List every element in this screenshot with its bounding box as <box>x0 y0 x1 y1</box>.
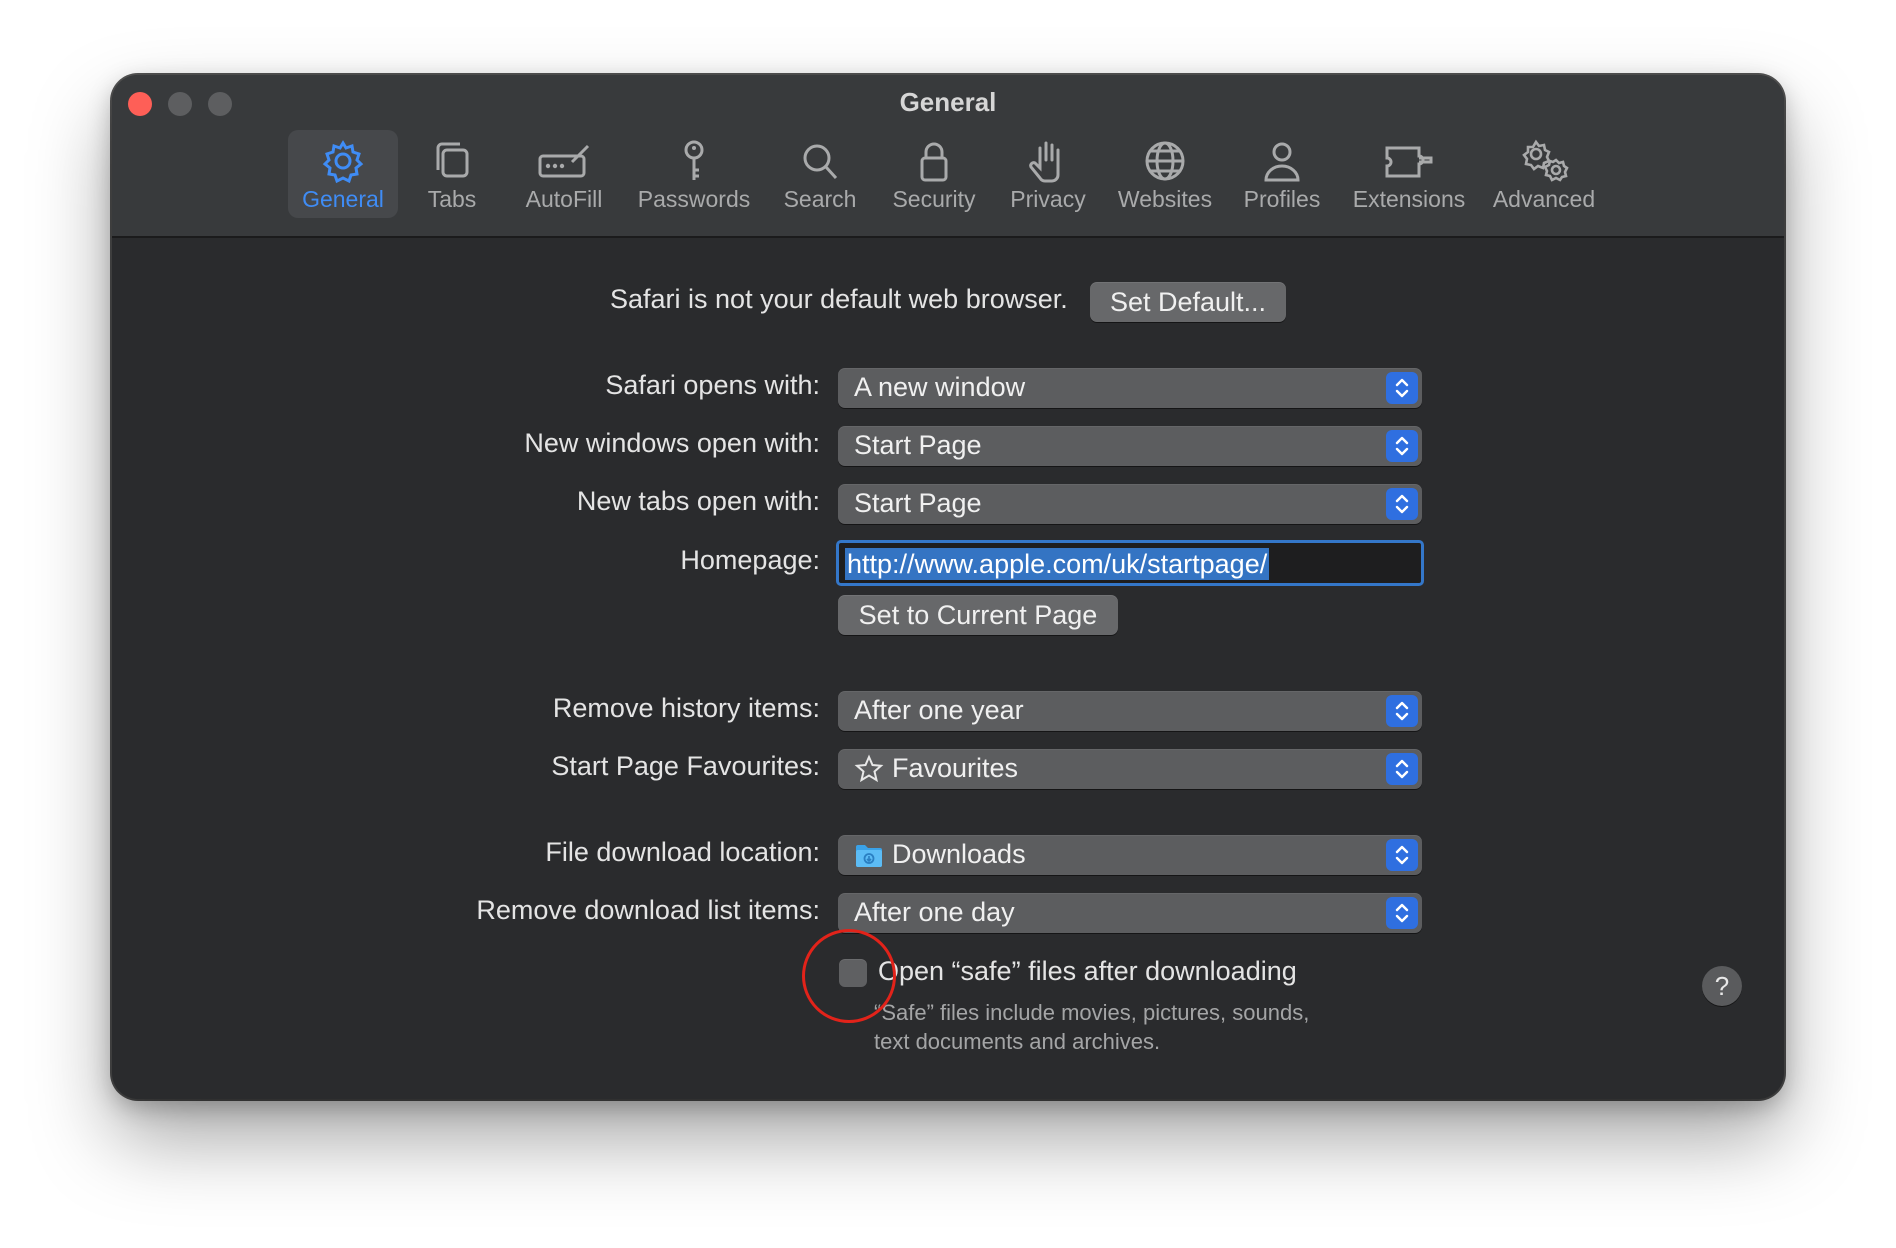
help-label: ? <box>1714 970 1730 1001</box>
popup-arrows-icon <box>1386 372 1418 404</box>
search-icon <box>803 144 838 180</box>
key-icon <box>684 140 704 180</box>
tab-advanced[interactable]: Advanced <box>1486 130 1602 218</box>
tab-tabs-label: Tabs <box>427 186 477 212</box>
open-safe-files-checkbox[interactable] <box>839 959 867 987</box>
default-browser-text: Safari is not your default web browser. <box>610 284 1068 314</box>
tab-websites-label: Websites <box>1117 186 1213 212</box>
tab-search-label: Search <box>783 186 857 212</box>
safe-files-hint: “Safe” files include movies, pictures, s… <box>874 998 1309 1056</box>
tab-passwords[interactable]: Passwords <box>634 130 754 218</box>
tab-advanced-label: Advanced <box>1492 186 1596 212</box>
remove-download-list-items-label: Remove download list items: <box>476 895 820 925</box>
start-page-favourites-value: Favourites <box>892 753 1019 783</box>
window-title: General <box>899 87 997 117</box>
remove-history-items-label: Remove history items: <box>552 693 820 723</box>
homepage-label: Homepage: <box>680 545 820 575</box>
popup-arrows-icon <box>1386 897 1418 929</box>
help-button[interactable]: ? <box>1702 966 1742 1006</box>
file-download-location-popup[interactable]: Downloads <box>838 835 1422 875</box>
titlebar: General General Tabs AutoFill Passwords … <box>112 75 1784 238</box>
remove-download-list-items-value: After one day <box>854 897 1015 927</box>
open-safe-files-label: Open “safe” files after downloading <box>878 956 1297 986</box>
tab-profiles[interactable]: Profiles <box>1234 130 1330 218</box>
tab-extensions-label: Extensions <box>1352 186 1466 212</box>
puzzle-icon <box>1385 146 1433 178</box>
start-page-favourites-popup[interactable]: Favourites <box>838 749 1422 789</box>
file-download-location-value: Downloads <box>892 839 1026 869</box>
tab-privacy[interactable]: Privacy <box>1000 130 1096 218</box>
safe-files-hint-line1: “Safe” files include movies, pictures, s… <box>874 1000 1310 1025</box>
popup-arrows-icon <box>1386 430 1418 462</box>
star-icon <box>854 754 884 782</box>
homepage-field[interactable]: http://www.apple.com/uk/startpage/ <box>836 540 1424 586</box>
hand-icon <box>1029 141 1060 183</box>
gears-icon <box>1522 139 1569 182</box>
set-default-label: Set Default... <box>1109 286 1267 317</box>
start-page-favourites-label: Start Page Favourites: <box>551 751 820 781</box>
safe-files-hint-line2: text documents and archives. <box>874 1029 1161 1054</box>
preferences-window: General General Tabs AutoFill Passwords … <box>112 75 1784 1099</box>
new-windows-open-with-value: Start Page <box>854 430 982 460</box>
remove-download-list-items-popup[interactable]: After one day <box>838 893 1422 933</box>
new-tabs-open-with-label: New tabs open with: <box>576 486 820 516</box>
set-default-button[interactable]: Set Default... <box>1090 282 1286 322</box>
tab-profiles-label: Profiles <box>1243 186 1321 212</box>
remove-history-items-popup[interactable]: After one year <box>838 691 1422 731</box>
safari-opens-with-label: Safari opens with: <box>605 370 820 400</box>
tab-autofill-label: AutoFill <box>525 186 603 212</box>
lock-icon <box>920 142 948 182</box>
new-windows-open-with-popup[interactable]: Start Page <box>838 426 1422 466</box>
popup-arrows-icon <box>1386 488 1418 520</box>
general-pane: Safari is not your default web browser. … <box>112 238 1784 1099</box>
safari-opens-with-value: A new window <box>854 372 1026 402</box>
tabs-icon <box>436 142 469 178</box>
new-windows-open-with-label: New windows open with: <box>524 428 820 458</box>
popup-arrows-icon <box>1386 839 1418 871</box>
tab-extensions[interactable]: Extensions <box>1346 130 1472 218</box>
tab-autofill[interactable]: AutoFill <box>514 130 614 218</box>
homepage-value: http://www.apple.com/uk/startpage/ <box>845 548 1270 580</box>
globe-icon <box>1145 141 1185 181</box>
safari-opens-with-popup[interactable]: A new window <box>838 368 1422 408</box>
popup-arrows-icon <box>1386 753 1418 785</box>
set-to-current-page-label: Set to Current Page <box>858 599 1098 630</box>
tab-security-label: Security <box>892 186 976 212</box>
tab-general-label: General <box>302 186 384 212</box>
autofill-icon <box>538 144 590 178</box>
tab-privacy-label: Privacy <box>1010 186 1086 212</box>
popup-arrows-icon <box>1386 695 1418 727</box>
new-tabs-open-with-value: Start Page <box>854 488 982 518</box>
tab-tabs[interactable]: Tabs <box>410 130 494 218</box>
gear-icon <box>322 140 364 184</box>
person-icon <box>1264 142 1300 182</box>
remove-history-items-value: After one year <box>854 695 1024 725</box>
folder-icon <box>856 844 882 867</box>
tab-websites[interactable]: Websites <box>1110 130 1220 218</box>
file-download-location-label: File download location: <box>545 837 820 867</box>
tab-security[interactable]: Security <box>884 130 984 218</box>
tab-general[interactable]: General <box>288 130 398 218</box>
set-to-current-page-button[interactable]: Set to Current Page <box>838 595 1118 635</box>
tab-passwords-label: Passwords <box>637 186 751 212</box>
tab-search[interactable]: Search <box>772 130 868 218</box>
new-tabs-open-with-popup[interactable]: Start Page <box>838 484 1422 524</box>
